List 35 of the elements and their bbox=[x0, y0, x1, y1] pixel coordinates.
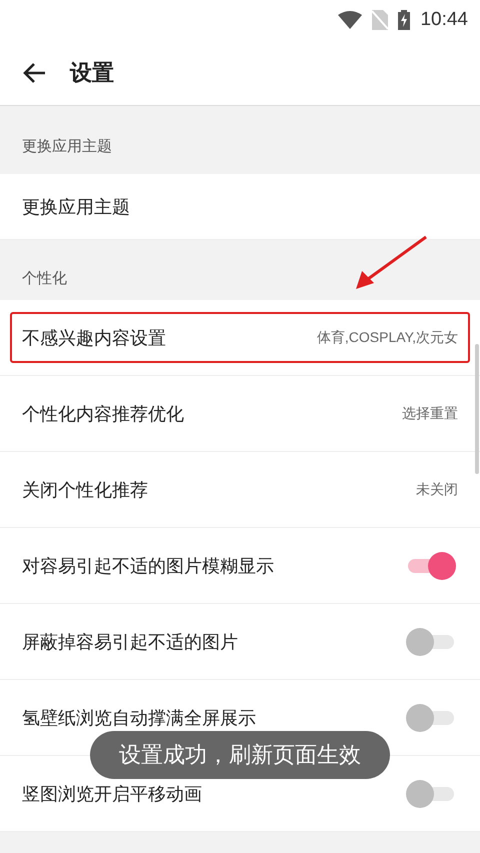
setting-value: 选择重置 bbox=[402, 404, 458, 422]
toggle-thumb[interactable] bbox=[428, 552, 456, 580]
page-title: 设置 bbox=[70, 60, 114, 88]
settings-row[interactable]: 更换应用主题 bbox=[0, 174, 480, 240]
pointer-arrow bbox=[356, 236, 427, 289]
setting-label: 不感兴趣内容设置 bbox=[22, 326, 166, 350]
setting-label: 个性化内容推荐优化 bbox=[22, 402, 184, 426]
section-header: 更换应用主题 bbox=[22, 137, 112, 155]
toggle-switch[interactable] bbox=[406, 704, 456, 732]
setting-label: 竖图浏览开启平移动画 bbox=[22, 782, 202, 806]
settings-row[interactable]: 关闭个性化推荐 未关闭 bbox=[0, 452, 480, 528]
settings-row[interactable]: 个性化内容推荐优化 选择重置 bbox=[0, 376, 480, 452]
setting-label: 氢壁纸浏览自动撑满全屏展示 bbox=[22, 706, 256, 730]
settings-row[interactable]: 屏蔽掉容易引起不适的图片 bbox=[0, 604, 480, 680]
section-header: 个性化 bbox=[22, 269, 67, 287]
toggle-thumb[interactable] bbox=[406, 704, 434, 732]
settings-row[interactable]: 不感兴趣内容设置 体育,COSPLAY,次元女 bbox=[0, 300, 480, 376]
toggle-switch[interactable] bbox=[406, 552, 456, 580]
settings-row[interactable]: 对容易引起不适的图片模糊显示 bbox=[0, 528, 480, 604]
toggle-thumb[interactable] bbox=[406, 628, 434, 656]
wifi-icon bbox=[338, 11, 362, 29]
setting-label: 关闭个性化推荐 bbox=[22, 478, 148, 502]
setting-value: 未关闭 bbox=[416, 480, 458, 498]
toggle-switch[interactable] bbox=[406, 628, 456, 656]
toggle-thumb[interactable] bbox=[406, 780, 434, 808]
battery-charging-icon bbox=[398, 10, 410, 30]
message-toast: 设置成功，刷新页面生效 bbox=[90, 731, 390, 779]
setting-label: 对容易引起不适的图片模糊显示 bbox=[22, 554, 274, 578]
toggle-switch[interactable] bbox=[406, 780, 456, 808]
clock: 10:44 bbox=[420, 9, 468, 31]
setting-value: 体育,COSPLAY,次元女 bbox=[316, 328, 458, 346]
no-sim-icon bbox=[372, 10, 388, 30]
back-arrow-icon bbox=[22, 62, 46, 84]
setting-label: 更换应用主题 bbox=[22, 196, 130, 218]
setting-label: 屏蔽掉容易引起不适的图片 bbox=[22, 630, 238, 654]
